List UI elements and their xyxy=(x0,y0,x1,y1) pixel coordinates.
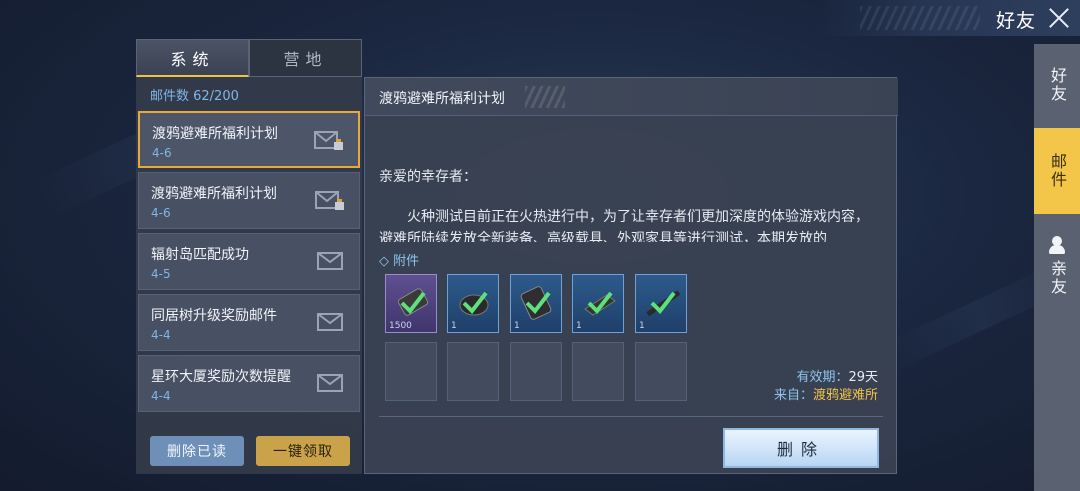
attachments-label: ◇ 附件 xyxy=(379,254,420,269)
mail-list-item[interactable]: 星环大厦奖励次数提醒 4-4 xyxy=(138,355,360,412)
mail-subject: 渡鸦避难所福利计划 xyxy=(379,91,505,107)
divider xyxy=(379,416,883,417)
mail-item-title: 渡鸦避难所福利计划 xyxy=(152,126,278,142)
close-icon[interactable] xyxy=(1046,5,1072,31)
mail-item-title: 渡鸦避难所福利计划 xyxy=(151,186,277,202)
sidenav-item-friends[interactable]: 好友 xyxy=(1034,44,1080,126)
envelope-icon xyxy=(317,313,343,331)
opened-envelope-icon xyxy=(315,191,344,210)
sender-info: 来自：渡鸦避难所 xyxy=(774,384,878,403)
mail-list-panel: 邮件数 62/200 渡鸦避难所福利计划 4-6 渡鸦避难所福利计划 4-6 辐… xyxy=(136,77,362,474)
mail-item-date: 4-5 xyxy=(151,267,171,281)
empty-attachment-slot xyxy=(385,342,437,401)
mail-body[interactable]: 火种测试目前正在火热进行中，为了让幸存者们更加深度的体验游戏内容，避难所陆续发放… xyxy=(379,206,879,242)
tab-system[interactable]: 系统 xyxy=(136,39,249,77)
expiry-label: 有效期： xyxy=(796,370,849,385)
mail-item-title: 辐射岛匹配成功 xyxy=(151,247,249,263)
sidenav-label: 亲友 xyxy=(1048,260,1067,296)
delete-read-button[interactable]: 删除已读 xyxy=(150,436,244,466)
attachment-quantity: 1 xyxy=(576,321,582,331)
empty-attachment-slot xyxy=(510,342,562,401)
attachment-slot[interactable]: 1 xyxy=(510,274,562,333)
claim-all-button[interactable]: 一键领取 xyxy=(256,436,350,466)
mail-list[interactable]: 渡鸦避难所福利计划 4-6 渡鸦避难所福利计划 4-6 辐射岛匹配成功 4-5 xyxy=(138,111,360,416)
attachment-slot[interactable]: 1 xyxy=(447,274,499,333)
sidenav-item-relatives[interactable]: 亲友 xyxy=(1034,216,1080,316)
sidenav-label: 邮件 xyxy=(1048,153,1067,189)
attachment-quantity: 1 xyxy=(639,321,645,331)
attachment-quantity: 1500 xyxy=(389,321,412,331)
sender-label: 来自： xyxy=(773,388,813,403)
sender-value: 渡鸦避难所 xyxy=(812,388,878,403)
empty-attachment-slot xyxy=(572,342,624,401)
rifle-icon xyxy=(646,290,681,317)
delete-mail-button[interactable]: 删除 xyxy=(723,428,879,468)
mail-item-title: 星环大厦奖励次数提醒 xyxy=(151,369,291,385)
decorative-stripes xyxy=(860,6,980,30)
mail-list-item[interactable]: 渡鸦避难所福利计划 4-6 xyxy=(138,111,360,168)
mail-content-panel: 渡鸦避难所福利计划 亲爱的幸存者： 火种测试目前正在火热进行中，为了让幸存者们更… xyxy=(364,77,898,474)
side-nav: 好友 邮件 亲友 xyxy=(1034,44,1080,491)
page-title: 好友 xyxy=(995,10,1036,32)
mail-item-title: 同居树升级奖励邮件 xyxy=(151,308,277,324)
mail-item-date: 4-6 xyxy=(151,206,171,220)
empty-attachment-slot xyxy=(635,342,687,401)
armor-icon xyxy=(459,291,489,316)
mail-greeting: 亲爱的幸存者： xyxy=(379,169,477,185)
mail-subject-bar: 渡鸦避难所福利计划 xyxy=(365,78,898,116)
mail-list-item[interactable]: 辐射岛匹配成功 4-5 xyxy=(138,233,360,290)
decorative-stripes xyxy=(525,86,565,108)
top-bar: 好友 xyxy=(820,0,1080,36)
attachment-quantity: 1 xyxy=(451,321,457,331)
expiry-value: 29天 xyxy=(848,370,878,385)
mail-item-date: 4-6 xyxy=(152,146,172,160)
envelope-icon xyxy=(317,374,343,392)
person-icon xyxy=(1049,236,1065,254)
purple-item-icon xyxy=(397,288,429,316)
attachment-slot[interactable]: 1 xyxy=(572,274,624,333)
sidenav-item-mail[interactable]: 邮件 xyxy=(1034,128,1080,214)
vest-icon xyxy=(520,286,552,320)
opened-envelope-icon xyxy=(314,131,343,150)
mail-count: 邮件数 62/200 xyxy=(150,89,239,104)
attachment-slot[interactable]: 1 xyxy=(635,274,687,333)
mail-list-item[interactable]: 渡鸦避难所福利计划 4-6 xyxy=(138,172,360,229)
empty-attachment-slot xyxy=(447,342,499,401)
attachment-quantity: 1 xyxy=(514,321,520,331)
mail-item-date: 4-4 xyxy=(151,328,171,342)
envelope-icon xyxy=(317,252,343,270)
boots-icon xyxy=(584,291,616,316)
mail-list-item[interactable]: 同居树升级奖励邮件 4-4 xyxy=(138,294,360,351)
attachment-slot[interactable]: 1500 xyxy=(385,274,437,333)
expiry-info: 有效期：29天 xyxy=(796,366,878,385)
mail-tabs: 系统 营地 xyxy=(136,39,362,77)
sidenav-label: 好友 xyxy=(1048,67,1067,103)
tab-camp[interactable]: 营地 xyxy=(249,39,362,77)
mail-item-date: 4-4 xyxy=(151,389,171,403)
